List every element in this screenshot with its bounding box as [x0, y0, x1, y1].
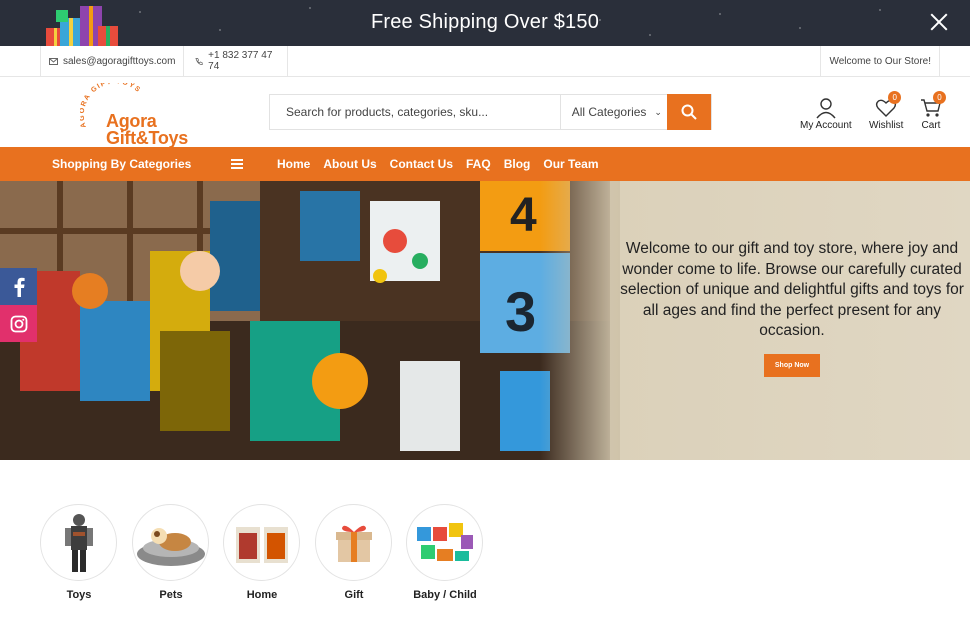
- promo-banner: Free Shipping Over $150: [0, 0, 970, 46]
- category-image: [132, 504, 209, 581]
- category-baby-child[interactable]: Baby / Child: [406, 504, 484, 601]
- category-select[interactable]: All Categories ⌄: [559, 95, 668, 129]
- promo-text: Free Shipping Over $150: [370, 11, 600, 33]
- mail-icon: [49, 57, 58, 65]
- category-toys[interactable]: Toys: [40, 504, 118, 601]
- account-label: My Account: [800, 120, 852, 131]
- nav-link-home[interactable]: Home: [277, 157, 310, 171]
- wishlist-button[interactable]: 0 Wishlist: [869, 91, 904, 131]
- my-account-button[interactable]: My Account: [800, 97, 852, 131]
- category-gift[interactable]: Gift: [315, 504, 393, 601]
- facebook-icon: [14, 277, 25, 297]
- category-image: [406, 504, 483, 581]
- candles-icon: [235, 526, 288, 563]
- action-figure-icon: [64, 513, 93, 572]
- welcome-message: Welcome to Our Store!: [820, 46, 940, 76]
- top-info-bar: sales@agoragifttoys.com +1 832 377 47 74…: [0, 46, 970, 77]
- wishlist-count-badge: 0: [888, 91, 902, 104]
- category-image: [315, 504, 392, 581]
- hero-banner: 4 3 Welcome to our gift and toy store, w…: [0, 181, 970, 460]
- cart-count-badge: 0: [933, 91, 946, 104]
- hamburger-menu-icon[interactable]: [231, 159, 243, 169]
- svg-text:3: 3: [505, 280, 536, 343]
- logo-line-2: Gift&Toys: [106, 128, 188, 148]
- nav-link-blog[interactable]: Blog: [504, 157, 531, 171]
- search-icon: [681, 104, 697, 120]
- instagram-link[interactable]: [0, 305, 37, 342]
- search-input[interactable]: [270, 95, 560, 129]
- category-image: [40, 504, 117, 581]
- hero-copy: Welcome to our gift and toy store, where…: [620, 240, 964, 339]
- svg-text:4: 4: [510, 189, 537, 242]
- category-label: Gift: [344, 589, 364, 601]
- email-link[interactable]: sales@agoragifttoys.com: [40, 46, 185, 76]
- nav-links: Home About Us Contact Us FAQ Blog Our Te…: [277, 157, 611, 171]
- site-header: AGORA GIFT TOYS Agora Gift&Toys All Cate…: [0, 77, 970, 147]
- category-home[interactable]: Home: [223, 504, 301, 601]
- email-text: sales@agoragifttoys.com: [63, 55, 176, 67]
- close-icon[interactable]: [930, 13, 948, 31]
- facebook-link[interactable]: [0, 268, 37, 305]
- nav-link-contact-us[interactable]: Contact Us: [390, 157, 453, 171]
- dog-bed-icon: [136, 527, 205, 566]
- category-label: Home: [246, 589, 278, 601]
- gift-box-icon: [335, 525, 372, 562]
- wishlist-label: Wishlist: [869, 120, 904, 131]
- search-button[interactable]: [667, 94, 711, 130]
- category-image: [223, 504, 300, 581]
- category-pets[interactable]: Pets: [132, 504, 210, 601]
- user-icon: [816, 98, 836, 119]
- phone-link[interactable]: +1 832 377 47 74: [187, 46, 288, 76]
- category-label: Pets: [159, 589, 183, 601]
- chevron-down-icon: ⌄: [654, 106, 662, 117]
- store-logo[interactable]: AGORA GIFT TOYS Agora Gift&Toys: [80, 83, 190, 147]
- nav-link-about-us[interactable]: About Us: [323, 157, 376, 171]
- category-select-value: All Categories: [571, 105, 647, 119]
- instagram-icon: [10, 315, 27, 332]
- phone-text: +1 832 377 47 74: [208, 50, 273, 72]
- cart-label: Cart: [921, 120, 941, 131]
- nav-link-faq[interactable]: FAQ: [466, 157, 491, 171]
- hero-fade-overlay: [540, 181, 620, 460]
- logo-brand-text: Agora Gift&Toys: [106, 112, 188, 148]
- toy-store-photo: 4 3: [0, 181, 610, 460]
- shop-now-button[interactable]: Shop Now: [764, 354, 820, 377]
- search-bar: All Categories ⌄: [269, 94, 712, 130]
- category-label: Toys: [66, 589, 92, 601]
- cart-button[interactable]: 0 Cart: [920, 91, 946, 131]
- building-blocks-icon: [416, 522, 473, 561]
- category-label: Baby / Child: [413, 589, 477, 601]
- nav-link-our-team[interactable]: Our Team: [543, 157, 598, 171]
- main-nav: Shopping By Categories Home About Us Con…: [0, 147, 970, 181]
- shop-by-categories-button[interactable]: Shopping By Categories: [52, 157, 191, 171]
- phone-icon: [195, 57, 203, 65]
